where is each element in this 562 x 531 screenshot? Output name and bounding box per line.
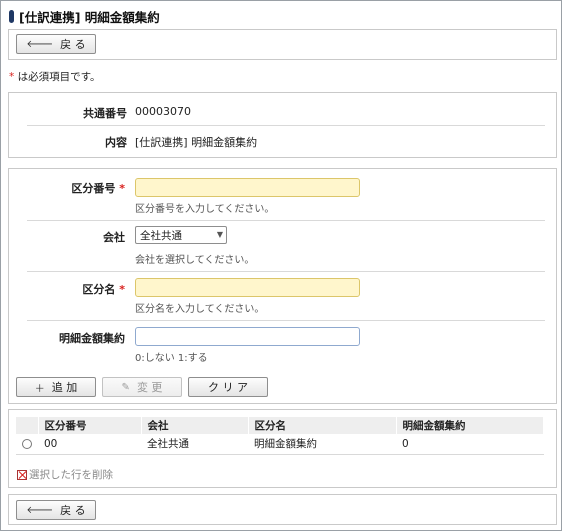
cell-aggregate: 0 [396,434,544,455]
table-header-row: 区分番号 会社 区分名 明細金額集約 [16,417,544,434]
required-mark: * [9,71,15,83]
change-button-label: 変 更 [136,381,163,394]
column-header-division-no: 区分番号 [38,417,142,434]
company-select-value: 全社共通 [140,229,182,242]
aggregate-label: 明細金額集約 [59,332,125,345]
company-select[interactable]: 全社共通 ▼ [135,226,227,244]
cell-company: 全社共通 [141,434,248,455]
list-panel: 区分番号 会社 区分名 明細金額集約 00 全社共通 明細金額集約 0 選択した… [8,409,557,488]
back-button-bottom[interactable]: 🡐 戻 る [16,500,96,520]
change-button[interactable]: ✎ 変 更 [102,377,182,397]
row-select-radio[interactable] [22,438,32,449]
division-no-input[interactable] [135,178,360,197]
content-label: 内容 [105,136,127,149]
top-button-bar: 🡐 戻 る [8,29,557,60]
division-name-label-text: 区分名 [82,283,116,296]
data-table: 区分番号 会社 区分名 明細金額集約 00 全社共通 明細金額集約 0 [16,417,544,455]
page-title: [仕訳連携] 明細金額集約 [19,9,160,25]
divider [27,271,545,272]
info-panel: 共通番号 00003070 内容 [仕訳連携] 明細金額集約 [8,92,557,158]
aggregate-hint: 0:しない 1:する [135,353,208,364]
required-note: * は必須項目です。 [9,69,101,84]
title-marker-icon [9,9,14,23]
add-button-label: 追 加 [51,381,78,394]
division-no-label: 区分番号 * [29,180,125,196]
clear-button-label: ク リ ア [208,381,248,394]
content-value: [仕訳連携] 明細金額集約 [135,136,258,149]
required-mark: * [119,182,125,195]
arrow-left-icon: 🡐 [26,505,54,516]
required-mark: * [119,283,125,296]
common-no-label: 共通番号 [83,107,127,120]
divider [27,125,545,126]
table-row[interactable]: 00 全社共通 明細金額集約 0 [16,434,544,455]
column-header-aggregate: 明細金額集約 [396,417,544,434]
back-button-top[interactable]: 🡐 戻 る [16,34,96,54]
row-radio-cell [16,434,38,455]
required-note-text: は必須項目です。 [17,71,101,83]
division-name-label: 区分名 * [29,281,125,297]
title-bar: [仕訳連携] 明細金額集約 [9,7,160,25]
delete-selected-label: 選択した行を削除 [29,469,113,481]
pencil-icon: ✎ [121,381,130,393]
back-button-label: 戻 る [60,38,86,51]
delete-selected-link[interactable]: 選択した行を削除 [17,467,113,482]
division-name-input[interactable] [135,278,360,297]
aggregate-input[interactable] [135,327,360,346]
divider [27,320,545,321]
common-no-value: 00003070 [135,105,191,118]
edit-form-panel: 区分番号 * 区分番号を入力してください。 会社 全社共通 ▼ 会社を選択してく… [8,168,557,404]
cell-division-no: 00 [38,434,141,455]
back-button-label: 戻 る [60,504,86,517]
chevron-down-icon: ▼ [216,230,223,239]
division-name-hint: 区分名を入力してください。 [135,304,265,315]
add-button[interactable]: ＋ 追 加 [16,377,96,397]
clear-button[interactable]: ク リ ア [188,377,268,397]
division-no-label-text: 区分番号 [71,182,116,195]
company-hint: 会社を選択してください。 [135,255,255,266]
divider [27,220,545,221]
cell-division-name: 明細金額集約 [248,434,396,455]
bottom-button-bar: 🡐 戻 る [8,494,557,525]
plus-icon: ＋ [34,383,45,395]
company-label: 会社 [103,231,125,244]
radio-column-header [16,417,39,434]
window-frame: [仕訳連携] 明細金額集約 🡐 戻 る * は必須項目です。 共通番号 0000… [0,0,562,531]
division-no-hint: 区分番号を入力してください。 [135,204,275,215]
column-header-division-name: 区分名 [248,417,397,434]
column-header-company: 会社 [141,417,249,434]
delete-icon [17,469,27,480]
arrow-left-icon: 🡐 [26,39,54,50]
